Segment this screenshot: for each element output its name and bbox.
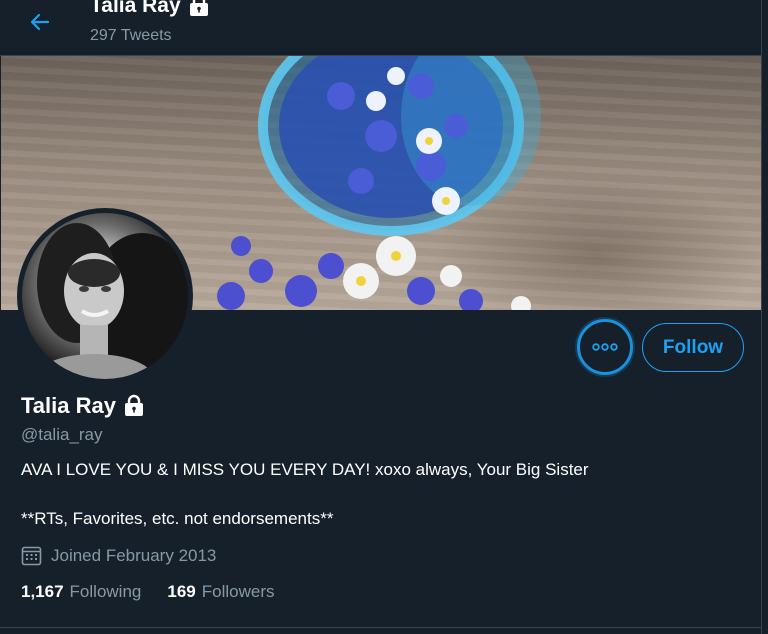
avatar-portrait-image xyxy=(34,223,188,379)
header-name: Talia Ray xyxy=(90,0,181,17)
bio-line-1: AVA I LOVE YOU & I MISS YOU EVERY DAY! x… xyxy=(21,460,589,479)
following-label: Following xyxy=(69,582,142,601)
following-link[interactable]: 1,167 Following xyxy=(21,582,141,602)
avatar[interactable] xyxy=(17,208,193,384)
bio-line-2: **RTs, Favorites, etc. not endorsements*… xyxy=(21,509,334,528)
followers-count: 169 xyxy=(167,582,196,601)
profile-column: Talia Ray 297 Tweets Follow Talia Ray @t… xyxy=(0,0,762,634)
section-divider xyxy=(0,627,762,628)
profile-name-text: Talia Ray xyxy=(21,393,116,418)
avatar-photo xyxy=(22,213,188,379)
arrow-left-icon xyxy=(30,13,50,31)
calendar-icon xyxy=(21,546,42,566)
profile-name: Talia Ray xyxy=(21,393,146,419)
follow-button[interactable]: Follow xyxy=(642,323,744,372)
followers-label: Followers xyxy=(201,582,275,601)
profile-header-bar: Talia Ray 297 Tweets xyxy=(0,0,762,56)
lock-icon xyxy=(124,394,143,416)
follow-stats: 1,167 Following 169 Followers xyxy=(21,582,274,602)
more-options-button[interactable] xyxy=(577,319,633,375)
back-button[interactable] xyxy=(26,8,54,36)
lock-icon xyxy=(189,0,208,16)
followers-link[interactable]: 169 Followers xyxy=(167,582,274,602)
tweet-count: 297 Tweets xyxy=(90,27,172,44)
header-title: Talia Ray xyxy=(90,0,211,18)
following-count: 1,167 xyxy=(21,582,64,601)
more-horizontal-icon xyxy=(592,343,618,351)
joined-date: Joined February 2013 xyxy=(21,545,216,566)
joined-text: Joined February 2013 xyxy=(51,545,217,565)
profile-handle: @talia_ray xyxy=(21,425,103,444)
